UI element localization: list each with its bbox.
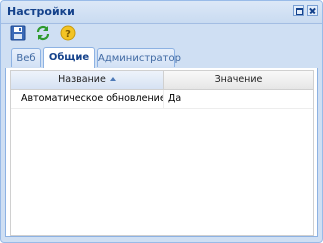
svg-text:?: ? — [65, 29, 71, 40]
refresh-button[interactable] — [35, 25, 53, 43]
window-title: Настройки — [7, 5, 75, 18]
setting-name-cell: Автоматическое обновление с... — [11, 90, 164, 108]
close-icon[interactable] — [307, 5, 318, 16]
column-header-value[interactable]: Значение — [164, 71, 313, 89]
tab-general[interactable]: Общие — [43, 47, 95, 68]
column-header-name-label: Название — [58, 74, 106, 85]
column-header-value-label: Значение — [214, 74, 263, 85]
settings-window: Настройки ? Веб Общие Администратор Назв… — [0, 0, 323, 243]
window-titlebar[interactable]: Настройки — [1, 1, 322, 24]
help-icon: ? — [60, 25, 76, 41]
tab-panel-general: Название Значение Автоматическое обновле… — [5, 68, 318, 237]
refresh-icon — [36, 25, 50, 41]
tab-strip: Веб Общие Администратор — [5, 46, 318, 69]
toolbar: ? — [5, 25, 318, 45]
help-button[interactable]: ? — [60, 25, 78, 43]
maximize-icon[interactable] — [293, 5, 304, 16]
table-row[interactable]: Автоматическое обновление с... Да — [11, 90, 313, 109]
save-icon — [10, 25, 26, 41]
sort-ascending-icon — [109, 77, 116, 81]
tab-web[interactable]: Веб — [11, 48, 41, 67]
setting-value-cell[interactable]: Да — [164, 90, 313, 108]
settings-grid: Название Значение Автоматическое обновле… — [10, 70, 314, 236]
column-header-name[interactable]: Название — [11, 71, 164, 89]
grid-header: Название Значение — [11, 71, 313, 90]
save-button[interactable] — [10, 25, 28, 43]
tab-administrator[interactable]: Администратор — [97, 48, 181, 67]
